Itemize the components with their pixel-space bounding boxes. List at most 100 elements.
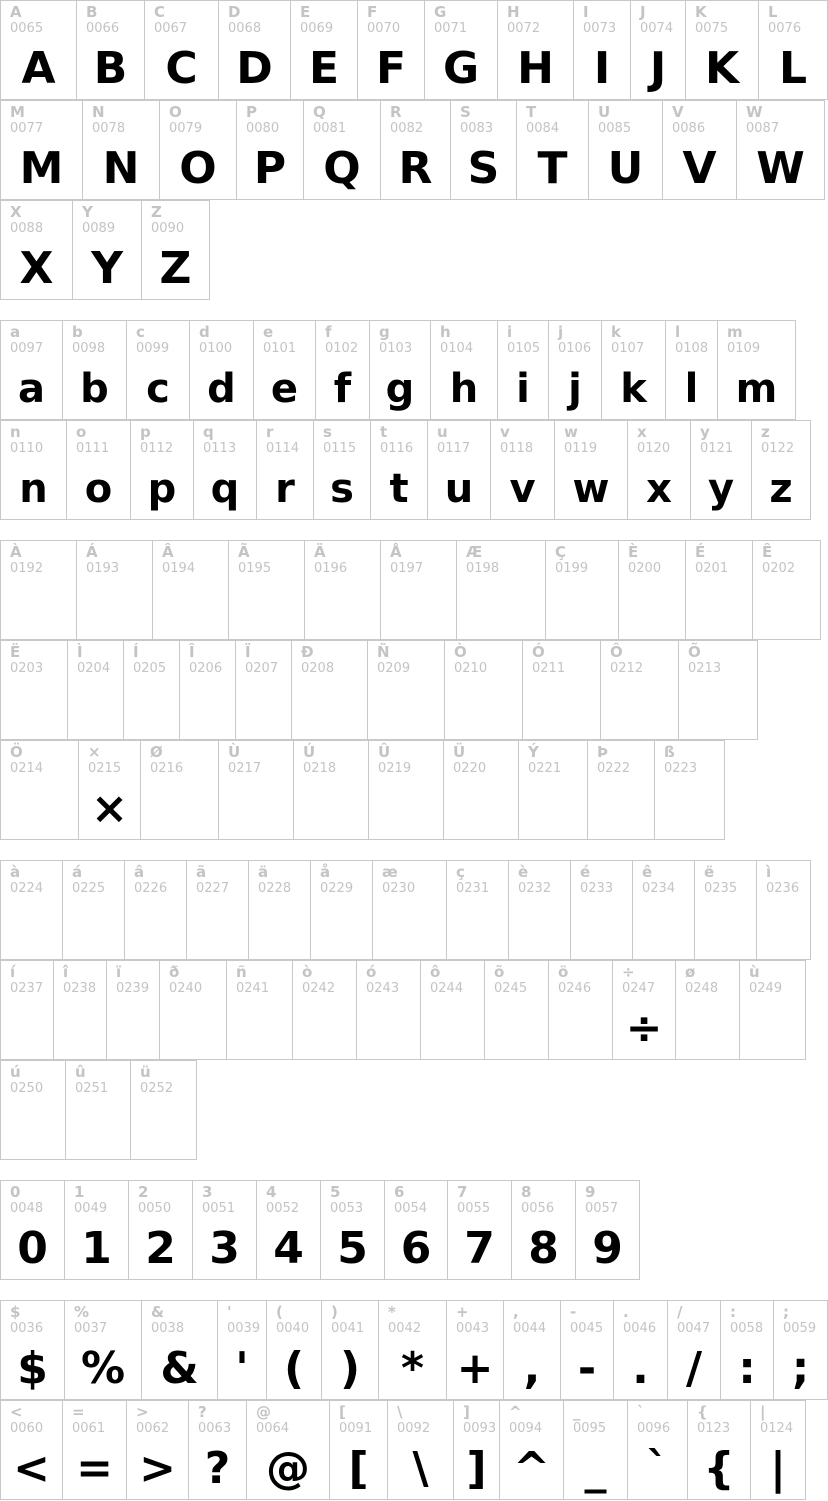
glyph-cell[interactable]: Ã 0195 <box>228 540 305 640</box>
glyph-cell[interactable]: Ô 0212 <box>600 640 679 740</box>
glyph-cell[interactable]: Ï 0207 <box>235 640 292 740</box>
glyph-cell[interactable]: Z 0090 Z <box>141 200 210 300</box>
glyph-cell[interactable]: 6 0054 6 <box>384 1180 448 1280</box>
glyph-cell[interactable]: :0058: <box>720 1300 774 1400</box>
glyph-cell[interactable]: q 0113 q <box>193 420 257 520</box>
glyph-cell[interactable]: & 0038 & <box>141 1300 218 1400</box>
glyph-cell[interactable]: J 0074 J <box>630 0 686 100</box>
glyph-cell[interactable]: | 0124 | <box>750 1400 806 1500</box>
glyph-cell[interactable]: î 0238 <box>53 960 107 1060</box>
glyph-cell[interactable]: r 0114 r <box>256 420 314 520</box>
glyph-cell[interactable]: ù 0249 <box>739 960 806 1060</box>
glyph-cell[interactable]: Ó 0211 <box>522 640 601 740</box>
glyph-cell[interactable]: ì 0236 <box>756 860 811 960</box>
glyph-cell[interactable]: ø 0248 <box>675 960 740 1060</box>
glyph-cell[interactable]: Ë 0203 <box>0 640 68 740</box>
glyph-cell[interactable]: G 0071 G <box>424 0 498 100</box>
glyph-cell[interactable]: H 0072 H <box>497 0 574 100</box>
glyph-cell[interactable]: 8 0056 8 <box>511 1180 576 1280</box>
glyph-cell[interactable]: Æ 0198 <box>456 540 546 640</box>
glyph-cell[interactable]: * 0042 * <box>378 1300 447 1400</box>
glyph-cell[interactable]: ÷ 0247 ÷ <box>612 960 676 1060</box>
glyph-cell[interactable]: V 0086 V <box>662 100 737 200</box>
glyph-cell[interactable]: Ü 0220 <box>443 740 519 840</box>
glyph-cell[interactable]: w 0119 w <box>554 420 628 520</box>
glyph-cell[interactable]: 0 0048 0 <box>0 1180 65 1280</box>
glyph-cell[interactable]: m 0109 m <box>717 320 796 420</box>
glyph-cell[interactable]: . 0046. <box>613 1300 668 1400</box>
glyph-cell[interactable]: ñ 0241 <box>226 960 293 1060</box>
glyph-cell[interactable]: 9 0057 9 <box>575 1180 640 1280</box>
glyph-cell[interactable]: M 0077 M <box>0 100 83 200</box>
glyph-cell[interactable]: 4 0052 4 <box>256 1180 321 1280</box>
glyph-cell[interactable]: L 0076 L <box>758 0 828 100</box>
glyph-cell[interactable]: N 0078 N <box>82 100 160 200</box>
glyph-cell[interactable]: D 0068 D <box>218 0 291 100</box>
glyph-cell[interactable]: v 0118 v <box>490 420 555 520</box>
glyph-cell[interactable]: × 0215 × <box>78 740 141 840</box>
glyph-cell[interactable]: ? 0063? <box>188 1400 247 1500</box>
glyph-cell[interactable]: Ý 0221 <box>518 740 588 840</box>
glyph-cell[interactable]: É 0201 <box>685 540 753 640</box>
glyph-cell[interactable]: ç 0231 <box>446 860 509 960</box>
glyph-cell[interactable]: ú 0250 <box>0 1060 66 1160</box>
glyph-cell[interactable]: +0043 + <box>446 1300 504 1400</box>
glyph-cell[interactable]: Y 0089 Y <box>72 200 142 300</box>
glyph-cell[interactable]: õ 0245 <box>484 960 549 1060</box>
glyph-cell[interactable]: Þ 0222 <box>587 740 655 840</box>
glyph-cell[interactable]: 1 0049 1 <box>64 1180 129 1280</box>
glyph-cell[interactable]: ë 0235 <box>694 860 757 960</box>
glyph-cell[interactable]: ^ 0094 ^ <box>499 1400 564 1500</box>
glyph-cell[interactable]: ã 0227 <box>186 860 249 960</box>
glyph-cell[interactable]: -0045- <box>560 1300 614 1400</box>
glyph-cell[interactable]: ð 0240 <box>159 960 227 1060</box>
glyph-cell[interactable]: E 0069 E <box>290 0 358 100</box>
glyph-cell[interactable]: Ð 0208 <box>291 640 368 740</box>
glyph-cell[interactable]: S 0083 S <box>450 100 517 200</box>
glyph-cell[interactable]: o 0111 o <box>66 420 131 520</box>
glyph-cell[interactable]: ) 0041) <box>321 1300 379 1400</box>
glyph-cell[interactable]: 5 0053 5 <box>320 1180 385 1280</box>
glyph-cell[interactable]: À 0192 <box>0 540 77 640</box>
glyph-cell[interactable]: U 0085 U <box>588 100 663 200</box>
glyph-cell[interactable]: Ò 0210 <box>444 640 523 740</box>
glyph-cell[interactable]: u 0117 u <box>427 420 491 520</box>
glyph-cell[interactable]: c 0099 c <box>126 320 190 420</box>
glyph-cell[interactable]: Â 0194 <box>152 540 229 640</box>
glyph-cell[interactable]: Á 0193 <box>76 540 153 640</box>
glyph-cell[interactable]: O 0079 O <box>159 100 237 200</box>
glyph-cell[interactable]: = 0061 = <box>62 1400 127 1500</box>
glyph-cell[interactable]: b 0098 b <box>62 320 127 420</box>
glyph-cell[interactable]: Å 0197 <box>380 540 457 640</box>
glyph-cell[interactable]: ö 0246 <box>548 960 613 1060</box>
glyph-cell[interactable]: Ñ 0209 <box>367 640 445 740</box>
glyph-cell[interactable]: B 0066 B <box>76 0 145 100</box>
glyph-cell[interactable]: d 0100 d <box>189 320 254 420</box>
glyph-cell[interactable]: h 0104 h <box>430 320 498 420</box>
glyph-cell[interactable]: \ 0092 \ <box>387 1400 454 1500</box>
glyph-cell[interactable]: p 0112 p <box>130 420 194 520</box>
glyph-cell[interactable]: ê 0234 <box>632 860 695 960</box>
glyph-cell[interactable]: y 0121 y <box>690 420 752 520</box>
glyph-cell[interactable]: @0064 @ <box>246 1400 330 1500</box>
glyph-cell[interactable]: C 0067 C <box>144 0 219 100</box>
glyph-cell[interactable]: û 0251 <box>65 1060 131 1160</box>
glyph-cell[interactable]: x 0120 x <box>627 420 691 520</box>
glyph-cell[interactable]: T 0084 T <box>516 100 589 200</box>
glyph-cell[interactable]: F 0070 F <box>357 0 425 100</box>
glyph-cell[interactable]: ó 0243 <box>356 960 421 1060</box>
glyph-cell[interactable]: å 0229 <box>310 860 373 960</box>
glyph-cell[interactable]: K 0075 K <box>685 0 759 100</box>
glyph-cell[interactable]: I 0073 I <box>573 0 631 100</box>
glyph-cell[interactable]: (0040( <box>266 1300 322 1400</box>
glyph-cell[interactable]: Û 0219 <box>368 740 444 840</box>
glyph-cell[interactable]: a 0097 a <box>0 320 63 420</box>
glyph-cell[interactable]: ä 0228 <box>248 860 311 960</box>
glyph-cell[interactable]: g 0103 g <box>369 320 431 420</box>
glyph-cell[interactable]: i 0105 i <box>497 320 549 420</box>
glyph-cell[interactable]: ` 0096 ` <box>627 1400 688 1500</box>
glyph-cell[interactable]: ò 0242 <box>292 960 357 1060</box>
glyph-cell[interactable]: s 0115 s <box>313 420 371 520</box>
glyph-cell[interactable]: Ù 0217 <box>218 740 294 840</box>
glyph-cell[interactable]: Q 0081 Q <box>303 100 381 200</box>
